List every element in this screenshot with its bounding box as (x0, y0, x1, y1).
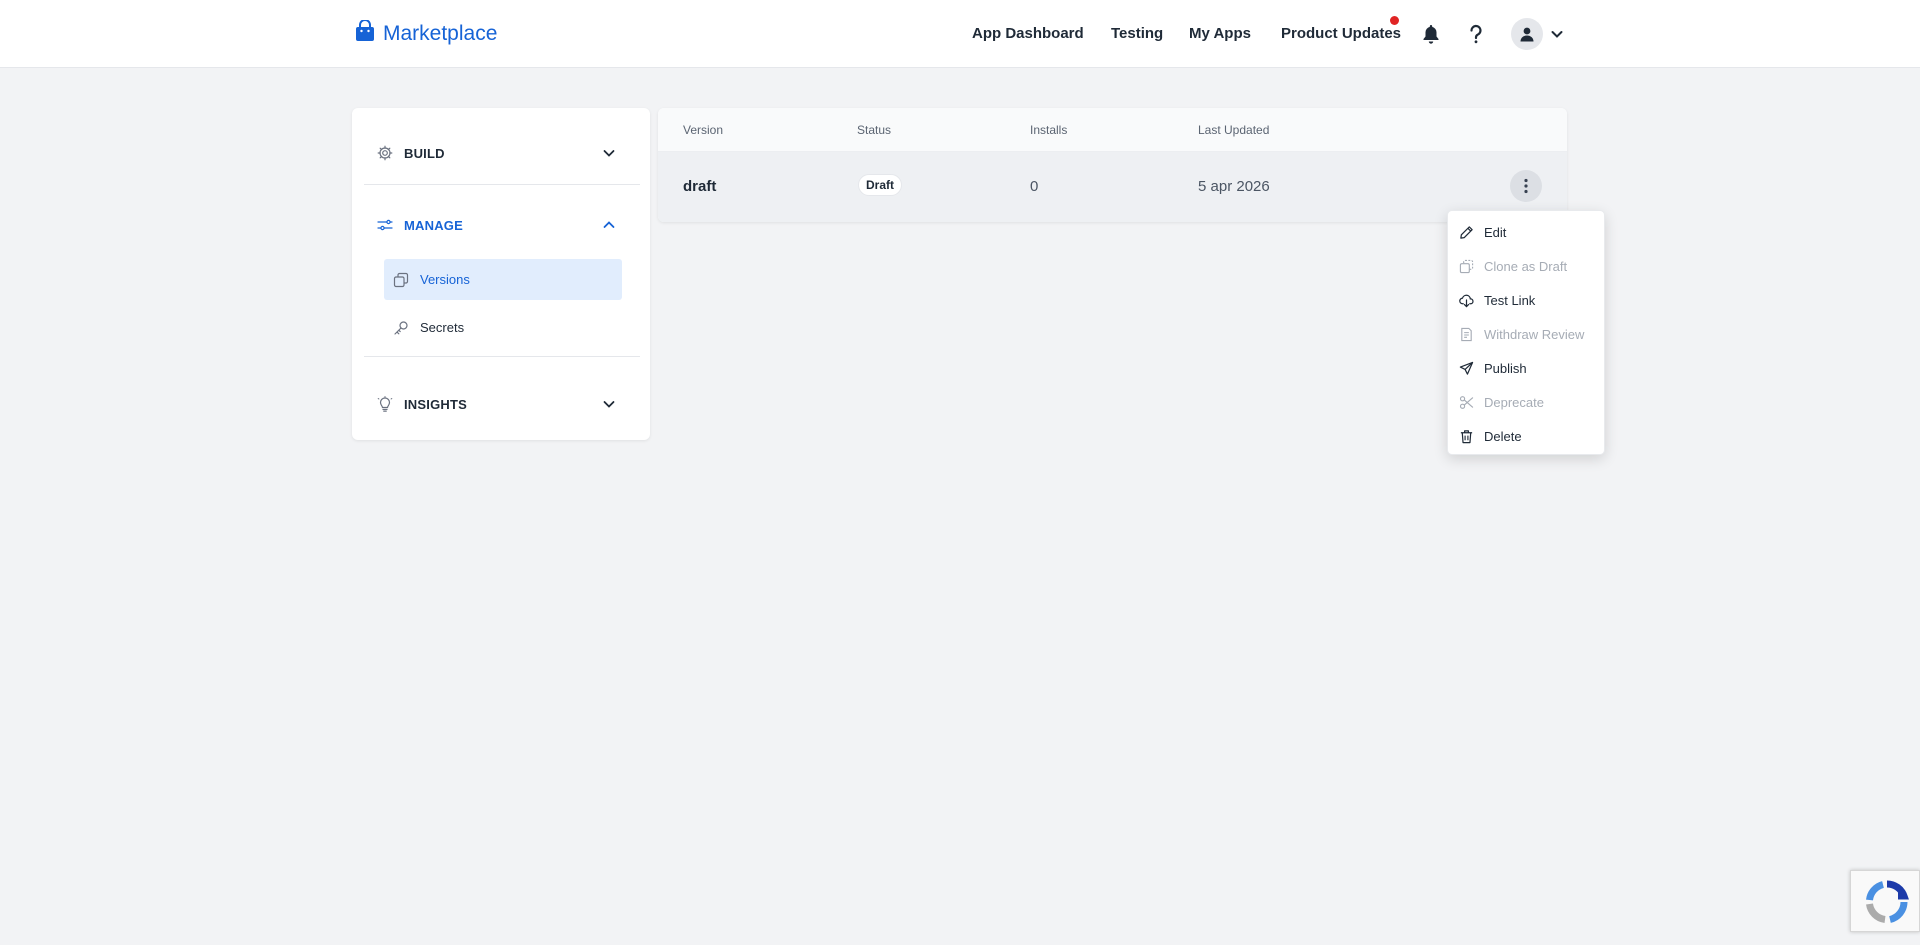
column-header-last-updated[interactable]: Last Updated (1198, 123, 1269, 137)
chevron-down-icon (600, 144, 618, 162)
lightbulb-icon (376, 395, 394, 413)
trash-icon (1458, 428, 1474, 444)
sidebar-divider (364, 356, 640, 357)
sidebar-section-build[interactable]: BUILD (364, 128, 640, 178)
sidebar-section-label: INSIGHTS (404, 396, 467, 412)
scissors-icon (1458, 394, 1474, 410)
nav-app-dashboard[interactable]: App Dashboard (972, 25, 1084, 42)
menu-item-label: Deprecate (1484, 394, 1544, 410)
sliders-icon (376, 216, 394, 234)
menu-item-deprecate[interactable]: Deprecate (1448, 385, 1606, 419)
menu-item-test-link[interactable]: Test Link (1448, 283, 1606, 317)
top-header: Marketplace App Dashboard Testing My App… (0, 0, 1920, 68)
sidebar-section-manage[interactable]: MANAGE (364, 200, 640, 250)
menu-item-withdraw-review[interactable]: Withdraw Review (1448, 317, 1606, 351)
menu-item-label: Clone as Draft (1484, 258, 1568, 274)
pencil-icon (1458, 224, 1474, 240)
menu-item-label: Test Link (1484, 292, 1536, 308)
version-cell: draft (683, 178, 717, 195)
menu-item-clone-as-draft[interactable]: Clone as Draft (1448, 249, 1606, 283)
status-badge: Draft (858, 174, 903, 196)
notification-dot (1390, 16, 1399, 25)
sidebar: BUILD MANAGE Versions Secrets INSIGHTS (352, 108, 650, 440)
sidebar-section-label: MANAGE (404, 217, 463, 233)
bell-icon[interactable] (1419, 22, 1443, 46)
column-header-version[interactable]: Version (683, 123, 723, 137)
brand-logo-link[interactable]: Marketplace (355, 19, 498, 47)
document-icon (1458, 326, 1474, 342)
installs-cell: 0 (1030, 178, 1039, 195)
table-row[interactable]: draft Draft 0 5 apr 2026 (658, 152, 1567, 222)
row-actions-menu: Edit Clone as Draft Test Link Withdraw R… (1447, 210, 1605, 455)
shopping-bag-icon (355, 19, 375, 47)
kebab-menu-icon (1524, 178, 1528, 194)
menu-item-label: Edit (1484, 224, 1507, 240)
sidebar-item-label: Secrets (420, 320, 465, 335)
copy-icon (392, 271, 410, 289)
brand-name: Marketplace (383, 21, 498, 45)
chevron-up-icon (600, 216, 618, 234)
sidebar-section-label: BUILD (404, 145, 445, 161)
user-avatar-icon[interactable] (1511, 18, 1543, 50)
row-actions-button[interactable] (1510, 170, 1542, 202)
versions-table: Version Status Installs Last Updated dra… (658, 108, 1567, 222)
sidebar-divider (364, 184, 640, 185)
sidebar-section-insights[interactable]: INSIGHTS (364, 379, 640, 429)
clone-icon (1458, 258, 1474, 274)
menu-item-publish[interactable]: Publish (1448, 351, 1606, 385)
sidebar-item-label: Versions (420, 272, 470, 287)
chevron-down-icon (600, 395, 618, 413)
recaptcha-logo-icon (1866, 880, 1909, 923)
sidebar-item-versions[interactable]: Versions (384, 259, 622, 300)
recaptcha-badge[interactable] (1850, 870, 1920, 932)
chevron-down-icon[interactable] (1547, 24, 1567, 44)
last-updated-cell: 5 apr 2026 (1198, 178, 1270, 195)
menu-item-delete[interactable]: Delete (1448, 419, 1606, 453)
sidebar-item-secrets[interactable]: Secrets (384, 307, 622, 348)
column-header-installs[interactable]: Installs (1030, 123, 1067, 137)
menu-item-edit[interactable]: Edit (1448, 215, 1606, 249)
table-header: Version Status Installs Last Updated (658, 108, 1567, 152)
nav-testing[interactable]: Testing (1111, 25, 1163, 42)
menu-item-label: Delete (1484, 428, 1522, 444)
nav-product-updates[interactable]: Product Updates (1281, 25, 1401, 42)
nav-my-apps[interactable]: My Apps (1189, 25, 1251, 42)
help-icon[interactable] (1464, 22, 1488, 46)
send-icon (1458, 360, 1474, 376)
menu-item-label: Publish (1484, 360, 1527, 376)
cloud-download-icon (1458, 292, 1474, 308)
gear-icon (376, 144, 394, 162)
key-icon (392, 319, 410, 337)
menu-item-label: Withdraw Review (1484, 326, 1585, 342)
column-header-status[interactable]: Status (857, 123, 891, 137)
